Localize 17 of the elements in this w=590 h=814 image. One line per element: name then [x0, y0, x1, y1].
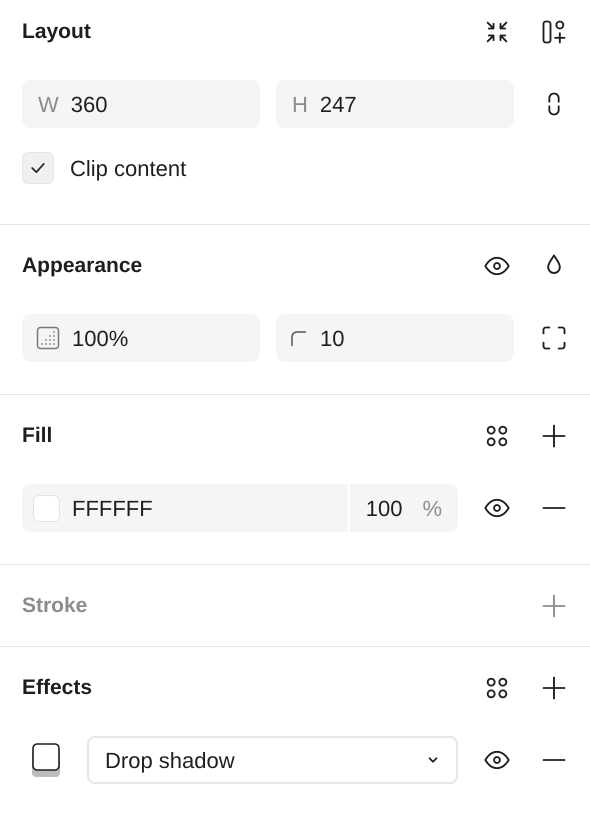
color-swatch[interactable] [33, 494, 60, 522]
clip-label: Clip content [70, 154, 186, 183]
opacity-icon [36, 326, 60, 350]
effect-dropdown[interactable]: Drop shadow [87, 736, 458, 784]
height-field[interactable]: H 247 [276, 80, 514, 128]
shadow-icon [32, 743, 60, 777]
radius-field[interactable]: 10 [276, 314, 514, 362]
opacity-field[interactable]: 100% [22, 314, 260, 362]
section-title: Fill [22, 423, 54, 450]
section-title: Effects [22, 675, 94, 702]
section-title: Appearance [22, 253, 144, 280]
width-field[interactable]: W 360 [22, 80, 260, 128]
corner-radius-icon [290, 329, 308, 347]
section-title: Stroke [22, 593, 88, 620]
clip-checkbox[interactable] [22, 152, 54, 184]
fill-field[interactable]: FFFFFF 100 % [22, 484, 458, 532]
section-title: Layout [22, 19, 92, 46]
